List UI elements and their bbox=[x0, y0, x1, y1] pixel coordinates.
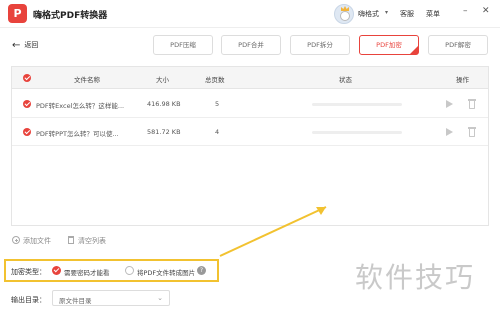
customer-service-link[interactable]: 客服 bbox=[400, 9, 414, 19]
add-file-button[interactable]: 添加文件 bbox=[12, 236, 51, 246]
radio-convert-to-image[interactable] bbox=[125, 266, 134, 275]
tab-pdf-compress[interactable]: PDF压缩 bbox=[153, 35, 213, 55]
row-pages: 4 bbox=[215, 128, 220, 136]
user-avatar[interactable] bbox=[334, 4, 354, 24]
tab-pdf-encrypt[interactable]: PDF加密 bbox=[359, 35, 419, 55]
output-dir-select[interactable]: 原文件目录 ⌄ bbox=[52, 290, 170, 306]
menu-link[interactable]: 菜单 bbox=[426, 9, 440, 19]
tab-pdf-decrypt[interactable]: PDF解密 bbox=[428, 35, 488, 55]
arrow-left-icon: ← bbox=[12, 40, 21, 51]
row-filename: PDF转Excel怎么转？这样能... bbox=[36, 102, 125, 110]
close-icon[interactable]: ✕ bbox=[482, 6, 490, 16]
trash-icon[interactable] bbox=[468, 99, 476, 109]
table-row[interactable]: PDF转Excel怎么转？这样能... 416.98 KB 5 bbox=[12, 91, 488, 118]
app-logo: P bbox=[8, 4, 27, 23]
table-row[interactable]: PDF转PPT怎么转？可以使... 581.72 KB 4 bbox=[12, 119, 488, 146]
header-pages: 总页数 bbox=[205, 76, 225, 84]
trash-icon bbox=[68, 236, 74, 244]
watermark-text: 软件技巧 bbox=[355, 261, 476, 294]
help-icon[interactable]: ? bbox=[197, 266, 206, 275]
avatar-face bbox=[340, 11, 350, 21]
clear-list-button[interactable]: 清空列表 bbox=[68, 236, 106, 246]
add-file-label: 添加文件 bbox=[23, 237, 51, 245]
table-header: 文件名称 大小 总页数 状态 操作 bbox=[12, 67, 488, 89]
back-label: 返回 bbox=[24, 41, 39, 49]
header-status: 状态 bbox=[339, 76, 352, 84]
row-progress-bar bbox=[312, 103, 402, 106]
row-progress-bar bbox=[312, 131, 402, 134]
row-size: 416.98 KB bbox=[147, 100, 181, 108]
trash-icon[interactable] bbox=[468, 127, 476, 137]
row-pages: 5 bbox=[215, 100, 220, 108]
option-password-required-label[interactable]: 需要密码才能看 bbox=[64, 267, 110, 277]
encryption-type-label: 加密类型： bbox=[11, 268, 46, 276]
row-filename: PDF转PPT怎么转？可以使... bbox=[36, 130, 119, 138]
chevron-down-icon: ⌄ bbox=[157, 294, 163, 302]
back-button[interactable]: ← 返回 bbox=[12, 40, 38, 51]
play-icon[interactable] bbox=[446, 100, 453, 108]
row-checkbox[interactable] bbox=[23, 128, 31, 136]
header-filename: 文件名称 bbox=[74, 76, 100, 84]
header-size: 大小 bbox=[156, 76, 169, 84]
radio-password-required[interactable] bbox=[52, 266, 61, 275]
minimize-icon[interactable]: – bbox=[463, 6, 468, 16]
tab-pdf-merge[interactable]: PDF合并 bbox=[221, 35, 281, 55]
output-dir-label: 输出目录： bbox=[11, 296, 46, 304]
row-checkbox[interactable] bbox=[23, 100, 31, 108]
user-name[interactable]: 嗨格式 bbox=[358, 9, 379, 19]
select-all-checkbox[interactable] bbox=[23, 74, 31, 82]
file-table: 文件名称 大小 总页数 状态 操作 PDF转Excel怎么转？这样能... 41… bbox=[11, 66, 489, 226]
tab-pdf-split[interactable]: PDF拆分 bbox=[290, 35, 350, 55]
header-actions: 操作 bbox=[456, 76, 469, 84]
chevron-down-icon[interactable]: ▾ bbox=[385, 9, 388, 16]
title-bar: P 嗨格式PDF转换器 嗨格式 ▾ 客服 菜单 – ✕ bbox=[0, 0, 500, 28]
row-size: 581.72 KB bbox=[147, 128, 181, 136]
play-icon[interactable] bbox=[446, 128, 453, 136]
clear-list-label: 清空列表 bbox=[78, 237, 106, 245]
output-dir-value: 原文件目录 bbox=[59, 297, 92, 305]
app-title: 嗨格式PDF转换器 bbox=[33, 11, 108, 21]
option-convert-to-image-label[interactable]: 将PDF文件转成图片 bbox=[137, 267, 195, 277]
plus-circle-icon bbox=[12, 236, 20, 244]
